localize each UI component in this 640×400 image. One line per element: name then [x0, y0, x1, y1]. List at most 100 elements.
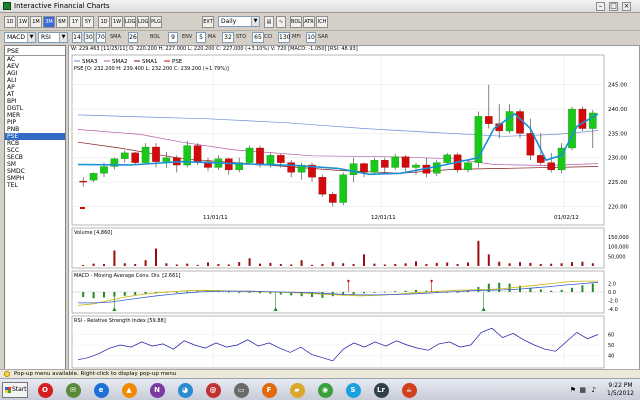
symbol-item-ac[interactable]: AC	[5, 56, 65, 63]
messenger-icon[interactable]: ◕	[174, 381, 196, 399]
param-field-8[interactable]: 130	[278, 32, 290, 43]
range-button-log-9[interactable]: LOG	[124, 16, 136, 28]
chart-canvas[interactable]: SMA3 SMA2 SMA1 PSE PSE [O: 232.200 H: 23…	[68, 45, 640, 373]
symbol-item-rcb[interactable]: RCB	[5, 140, 65, 147]
range-button-5y-6[interactable]: 5Y	[82, 16, 94, 28]
range-button-1w-8[interactable]: 1W	[111, 16, 123, 28]
close-button[interactable]: ×	[622, 2, 631, 11]
price-header: PSE [O: 232.200 H: 239.400 L: 232.200 C:…	[74, 66, 229, 72]
param-field-2[interactable]: 70	[96, 32, 106, 43]
volume-bar	[435, 262, 438, 266]
chrome-icon[interactable]: ◉	[314, 381, 336, 399]
java-icon[interactable]: ☕	[398, 381, 420, 399]
candle-style-button[interactable]: ▤	[264, 16, 274, 28]
range-button-1y-5[interactable]: 1Y	[69, 16, 81, 28]
param-field-9[interactable]: 10	[306, 32, 316, 43]
param-field-7[interactable]: 65	[252, 32, 264, 43]
candle-body	[547, 162, 555, 171]
symbol-item-at[interactable]: AT	[5, 91, 65, 98]
hard-drive-icon[interactable]: ▭	[230, 381, 252, 399]
chrome-icon-glyph: ◉	[317, 382, 333, 398]
symbol-input[interactable]: PSE	[5, 46, 65, 56]
param-field-4[interactable]: 9	[168, 32, 178, 43]
symbol-item-pse[interactable]: PSE	[5, 133, 65, 140]
symbol-list[interactable]: AC AEV AGI ALI AP AT BPI DGTL MER PIP PNB PSE RCB SCC…	[5, 56, 65, 189]
lightroom-icon[interactable]: Lr	[370, 381, 392, 399]
range-button-ext-15[interactable]: EXT	[202, 16, 214, 28]
candle-body	[162, 157, 171, 162]
price-tick-label: 220.00	[608, 204, 628, 210]
param-label-env: ENV	[182, 34, 193, 40]
legend-sma3: SMA3	[82, 59, 98, 65]
symbol-item-agi[interactable]: AGI	[5, 70, 65, 77]
symbol-item-mer[interactable]: MER	[5, 112, 65, 119]
indicator2-select[interactable]: RSI ▼	[38, 32, 68, 43]
param-label-bol: BOL	[150, 34, 161, 40]
rsi-tick-label: 60	[608, 333, 614, 339]
onenote-icon[interactable]: N	[146, 381, 168, 399]
email-client-icon[interactable]: @	[202, 381, 224, 399]
interval-select[interactable]: Daily ▼	[218, 16, 260, 27]
param-field-6[interactable]: 32	[222, 32, 234, 43]
range-button-plg-11[interactable]: PLG	[150, 16, 162, 28]
symbol-item-pip[interactable]: PIP	[5, 119, 65, 126]
param-field-5[interactable]: 5	[196, 32, 206, 43]
vlc-icon[interactable]: ▲	[118, 381, 140, 399]
range-button-3m-3[interactable]: 3M	[43, 16, 55, 28]
symbol-item-sm[interactable]: SM	[5, 161, 65, 168]
chevron-down-icon: ▼	[59, 33, 67, 42]
volume-bar	[394, 264, 397, 266]
macd-histogram-bar	[103, 292, 105, 298]
volume-tray-icon[interactable]: ♪	[592, 386, 596, 394]
param-field-0[interactable]: 14	[72, 32, 82, 43]
volume-bar	[487, 254, 490, 266]
taskbar: Start O ✉ e ▲ N ◕ @ ▭ F ▰ ◉ S Lr ☕ 9:22 PM 1/5/2012 ♪…	[0, 378, 640, 400]
volume-bar	[363, 254, 365, 266]
symbol-item-pnb[interactable]: PNB	[5, 126, 65, 133]
volume-bar	[373, 263, 376, 266]
macd-histogram-bar	[227, 291, 230, 293]
opera-icon[interactable]: O	[34, 381, 56, 399]
clock[interactable]: 9:22 PM 1/5/2012	[607, 382, 634, 398]
firefox-icon[interactable]: F	[258, 381, 280, 399]
symbol-item-secb[interactable]: SECB	[5, 154, 65, 161]
maximize-button[interactable]: □	[609, 2, 618, 11]
range-button-1d-0[interactable]: 1D	[4, 16, 16, 28]
macd-histogram-bar	[373, 292, 376, 293]
range-button-ich-14[interactable]: ICH	[316, 16, 328, 28]
param-field-1[interactable]: 30	[84, 32, 94, 43]
range-button-1w-1[interactable]: 1W	[17, 16, 29, 28]
symbol-item-aev[interactable]: AEV	[5, 63, 65, 70]
folder-icon[interactable]: ▰	[286, 381, 308, 399]
mail-icon[interactable]: ✉	[62, 381, 84, 399]
network-tray-icon[interactable]: ▦	[579, 386, 586, 394]
toolbar: Daily ▼ ▤ ∿ 1D1W1M3M6M1Y5Y1D1WLOGLOGPLGR…	[0, 13, 640, 31]
range-button-1d-7[interactable]: 1D	[98, 16, 110, 28]
symbol-item-scc[interactable]: SCC	[5, 147, 65, 154]
flag-tray-icon[interactable]: ⚑	[570, 386, 576, 394]
symbol-item-ali[interactable]: ALI	[5, 77, 65, 84]
symbol-item-bpi[interactable]: BPI	[5, 98, 65, 105]
price-tick-label: 245.00	[608, 83, 628, 89]
range-button-log-10[interactable]: LOG	[137, 16, 149, 28]
range-button-atr-13[interactable]: ATR	[303, 16, 315, 28]
symbol-item-smdc[interactable]: SMDC	[5, 168, 65, 175]
symbol-item-dgtl[interactable]: DGTL	[5, 105, 65, 112]
range-button-6m-4[interactable]: 6M	[56, 16, 68, 28]
param-field-3[interactable]: 26	[128, 32, 138, 43]
skype-icon[interactable]: S	[342, 381, 364, 399]
symbol-item-ap[interactable]: AP	[5, 84, 65, 91]
symbol-item-tel[interactable]: TEL	[5, 182, 65, 189]
candle-body	[121, 152, 129, 159]
range-button-1m-2[interactable]: 1M	[30, 16, 42, 28]
volume-bar	[279, 264, 282, 266]
symbol-item-smph[interactable]: SMPH	[5, 175, 65, 182]
macd-histogram-bar	[175, 292, 178, 293]
candle-body	[141, 146, 150, 163]
indicator1-select[interactable]: MACD ▼	[4, 32, 36, 43]
range-button-bol-16[interactable]: BOL	[290, 16, 302, 28]
internet-explorer-icon[interactable]: e	[90, 381, 112, 399]
minimize-button[interactable]: –	[596, 2, 605, 11]
line-style-button[interactable]: ∿	[276, 16, 286, 28]
start-button[interactable]: Start	[2, 382, 28, 398]
